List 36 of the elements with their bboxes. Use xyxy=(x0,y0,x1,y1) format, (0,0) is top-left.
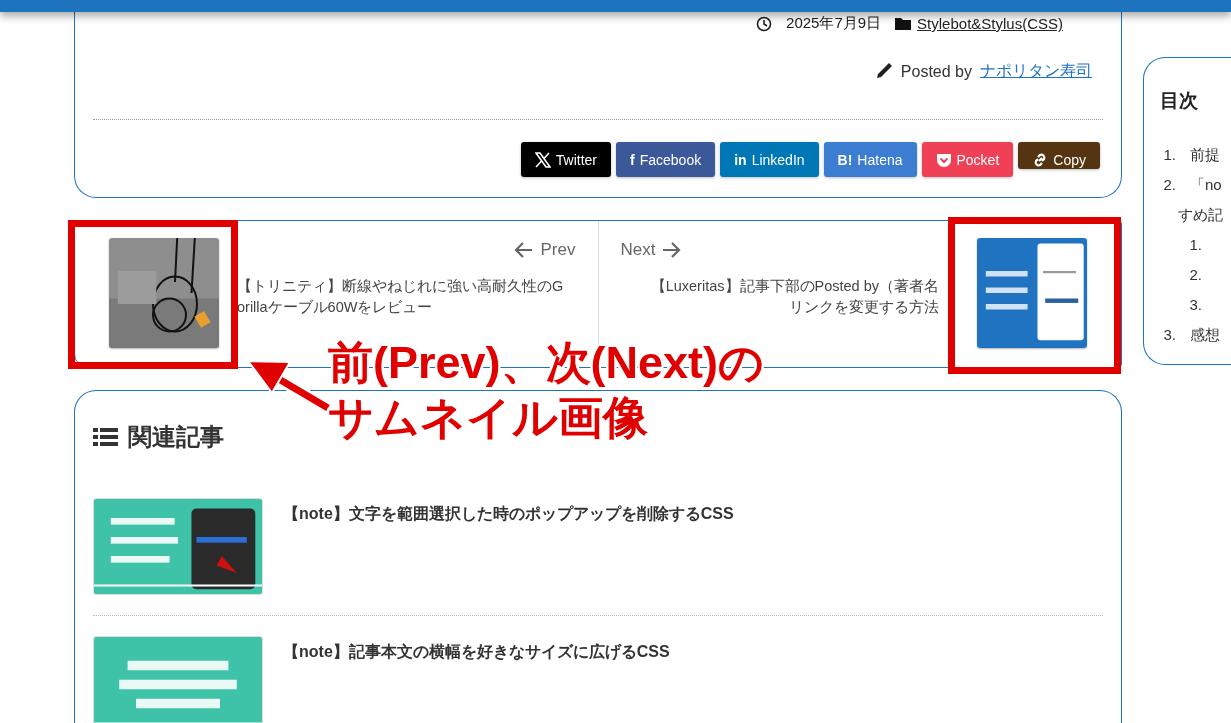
category-link[interactable]: Stylebot&Stylus(CSS) xyxy=(917,15,1063,32)
prev-link[interactable]: Prev xyxy=(513,238,576,262)
author-link[interactable]: ナポリタン寿司 xyxy=(980,61,1092,82)
share-button[interactable]: B! Hatena xyxy=(823,142,917,177)
share-button[interactable]: f Facebook xyxy=(616,142,716,177)
folder-icon xyxy=(895,16,912,31)
posted-by-label: Posted by xyxy=(900,62,972,81)
toc-number: 3. xyxy=(1188,295,1202,315)
section-title: 関連記事 xyxy=(128,422,224,452)
related-post-title[interactable]: 【note】文字を範囲選択した時のポップアップを削除するCSS xyxy=(283,498,734,526)
next-link[interactable]: Next xyxy=(620,238,939,262)
toc-number: 1. xyxy=(1162,145,1176,165)
pocket-icon xyxy=(935,151,952,168)
prev-post-title[interactable]: 【トリニティ】断線やねじれに強い高耐久性のG orillaケーブル60Wをレビュー xyxy=(237,276,564,318)
clock-icon xyxy=(756,15,773,32)
toc-item[interactable]: 「no xyxy=(1190,170,1222,200)
toc-item[interactable]: 前提 xyxy=(1190,140,1220,170)
toc-number: 1. xyxy=(1188,235,1202,255)
toc-number: 2. xyxy=(1162,175,1176,195)
toc-number: 2. xyxy=(1188,265,1202,285)
date-text: 2025年7月9日 xyxy=(786,14,882,33)
arrow-left-icon xyxy=(513,241,533,259)
arrow-right-icon xyxy=(663,241,682,259)
toc-number: 3. xyxy=(1162,325,1176,345)
share-button[interactable]: Copy xyxy=(1018,142,1100,169)
related-post-title[interactable]: 【note】記事本文の横幅を好きなサイズに広げるCSS xyxy=(283,636,670,664)
share-button[interactable]: Pocket xyxy=(921,142,1014,177)
list-icon xyxy=(93,427,118,447)
share-button[interactable]: Twitter xyxy=(520,142,611,177)
next-post-title[interactable]: 【Luxeritas】記事下部のPosted by（著者名 リンクを変更する方法 xyxy=(620,276,939,318)
toc-title: 目次 xyxy=(1160,90,1198,111)
x-logo-icon xyxy=(534,151,551,168)
share-button[interactable]: in LinkedIn xyxy=(720,142,819,177)
toc-item[interactable]: 感想 xyxy=(1190,320,1220,350)
toc-item-continuation[interactable]: すめ記 xyxy=(1160,200,1231,230)
pencil-icon xyxy=(874,62,893,81)
